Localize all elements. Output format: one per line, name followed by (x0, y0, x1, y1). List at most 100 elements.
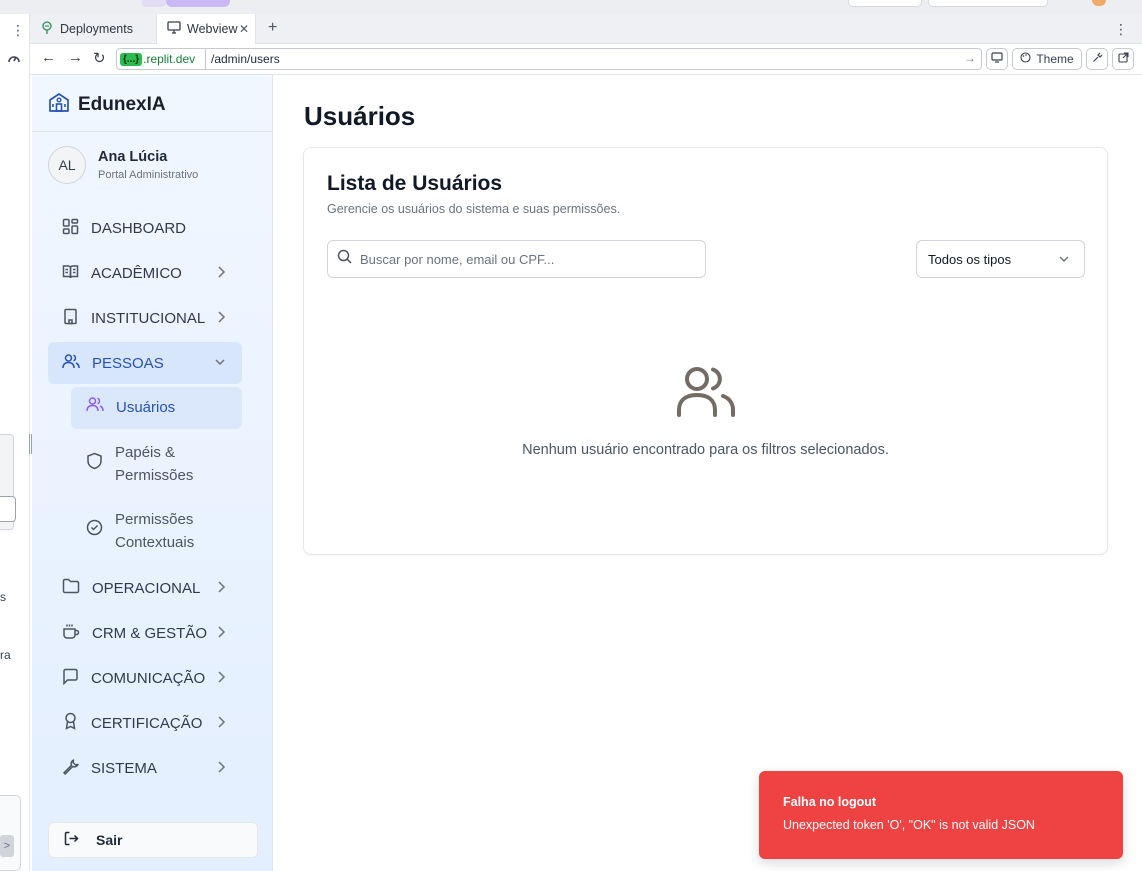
top-pill (142, 0, 166, 7)
users-card: Lista de Usuários Gerencie os usuários d… (303, 147, 1108, 555)
tab-label: Deployments (60, 22, 133, 36)
sidebar-item-pessoas[interactable]: PESSOAS (48, 342, 242, 384)
users-icon (86, 396, 104, 421)
open-external-button[interactable] (1112, 48, 1134, 70)
sidebar-subitem-permissoes-contextuais[interactable]: Permissões Contextuais (71, 509, 242, 554)
toast-message: Unexpected token 'O', "OK" is not valid … (783, 818, 1035, 832)
more-icon[interactable]: ⋮ (1114, 21, 1128, 38)
sidebar-item-comunicacao[interactable]: COMUNICAÇÃO (48, 657, 242, 699)
chevron-right-icon (216, 265, 226, 283)
divider (32, 131, 272, 132)
forward-icon[interactable]: → (68, 49, 83, 66)
coffee-icon (62, 623, 80, 644)
monitor-icon (991, 52, 1003, 66)
browser-urlbar: ← → ↻ {...} .replit.dev /admin/users → T… (30, 44, 1142, 75)
sidebar-item-label: PESSOAS (92, 354, 164, 372)
left-panel: ⋮ s ra > (0, 14, 30, 871)
sidebar-subitem-papeis[interactable]: Papéis & Permissões (71, 442, 242, 487)
url-path[interactable]: /admin/users (211, 52, 280, 66)
url-domain: {...} .replit.dev (120, 51, 195, 67)
user-role: Portal Administrativo (98, 169, 199, 181)
sidebar-item-label: OPERACIONAL (92, 579, 201, 597)
logout-button[interactable]: Sair (48, 822, 258, 858)
close-icon[interactable]: ✕ (239, 22, 249, 36)
user-profile[interactable]: AL Ana Lúcia Portal Administrativo (48, 146, 198, 184)
top-button[interactable] (848, 0, 922, 7)
sidebar-item-certificacao[interactable]: CERTIFICAÇÃO (48, 702, 242, 744)
arrow-right-icon[interactable]: → (964, 51, 976, 65)
type-filter-select[interactable]: Todos os tipos (916, 240, 1085, 278)
sidebar-subitem-label: Permissões (115, 466, 194, 484)
gauge-icon[interactable] (7, 52, 21, 67)
send-icon[interactable]: > (0, 835, 14, 857)
select-value: Todos os tipos (928, 251, 1012, 267)
card-subtitle: Gerencie os usuários do sistema e suas p… (327, 202, 621, 216)
folder-icon (62, 578, 80, 598)
sidebar-subitem-label: Permissões (115, 511, 194, 528)
sidebar-item-crm-gestao[interactable]: CRM & GESTÃO (48, 612, 242, 654)
chevron-down-icon (214, 355, 226, 373)
back-icon[interactable]: ← (41, 49, 56, 66)
sidebar-subitem-label: Usuários (116, 398, 176, 416)
sidebar-item-academico[interactable]: ACADÊMICO (48, 252, 242, 294)
tab-deployments[interactable]: Deployments (30, 14, 156, 44)
avatar: AL (48, 146, 86, 184)
chevron-down-icon (1058, 252, 1070, 269)
address-bar[interactable]: {...} .replit.dev /admin/users → (116, 48, 982, 70)
sidebar-item-label: CRM & GESTÃO (92, 624, 208, 642)
search-field[interactable] (327, 240, 706, 278)
chevron-right-icon (216, 670, 226, 688)
monitor-icon (167, 21, 181, 37)
user-name: Ana Lúcia (98, 149, 168, 165)
users-icon (62, 353, 80, 374)
error-toast[interactable]: Falha no logout Unexpected token 'O', "O… (759, 771, 1123, 859)
notification-dot (1092, 0, 1106, 6)
sidebar-subitem-label: Papéis & (115, 444, 176, 461)
sidebar-item-dashboard[interactable]: DASHBOARD (48, 207, 242, 249)
logout-icon (64, 831, 79, 849)
theme-label: Theme (1036, 52, 1074, 66)
sidebar-item-institucional[interactable]: INSTITUCIONAL (48, 297, 242, 339)
brand-name: EdunexIA (78, 93, 166, 115)
add-tab-icon[interactable]: + (268, 19, 277, 37)
sidebar-item-label: INSTITUCIONAL (91, 309, 206, 327)
sidebar-subitem-usuarios[interactable]: Usuários (71, 387, 242, 429)
url-domain-text: .replit.dev (143, 52, 196, 66)
devices-button[interactable] (986, 48, 1008, 70)
logout-label: Sair (96, 832, 123, 848)
reload-icon[interactable]: ↻ (93, 49, 106, 67)
url-divider (205, 49, 206, 69)
brand[interactable]: EdunexIA (48, 91, 166, 118)
chevron-right-icon (216, 625, 226, 643)
top-button[interactable] (928, 0, 1048, 7)
devtools-button[interactable] (1086, 48, 1108, 70)
sidebar-item-sistema[interactable]: SISTEMA (48, 747, 242, 789)
browser-top-strip (0, 0, 1142, 14)
school-icon (48, 91, 70, 118)
theme-button[interactable]: Theme (1012, 48, 1082, 70)
tab-webview[interactable]: Webview ✕ (156, 14, 256, 44)
deployments-icon (40, 20, 54, 38)
book-icon (62, 263, 79, 284)
external-link-icon (1117, 52, 1129, 66)
message-icon (62, 668, 79, 689)
panel-chat-box[interactable] (0, 795, 21, 871)
dashboard-icon (62, 218, 79, 239)
chevron-right-icon (216, 760, 226, 778)
more-icon[interactable]: ⋮ (11, 22, 25, 39)
sidebar-item-operacional[interactable]: OPERACIONAL (48, 567, 242, 609)
wrench-icon (62, 758, 79, 779)
chevron-right-icon (216, 580, 226, 598)
panel-text: ra (0, 648, 11, 662)
sidebar-item-label: SISTEMA (91, 759, 157, 777)
empty-state-message: Nenhum usuário encontrado para os filtro… (522, 442, 889, 458)
check-circle-icon (86, 519, 103, 544)
search-input[interactable] (360, 251, 690, 267)
sidebar-item-label: CERTIFICAÇÃO (91, 714, 203, 732)
award-icon (62, 712, 79, 734)
building-icon (62, 308, 79, 329)
panel-input[interactable] (0, 496, 16, 522)
sidebar: EdunexIA AL Ana Lúcia Portal Administrat… (32, 75, 273, 871)
top-pill-active (166, 0, 230, 7)
url-badge: {...} (120, 52, 143, 66)
